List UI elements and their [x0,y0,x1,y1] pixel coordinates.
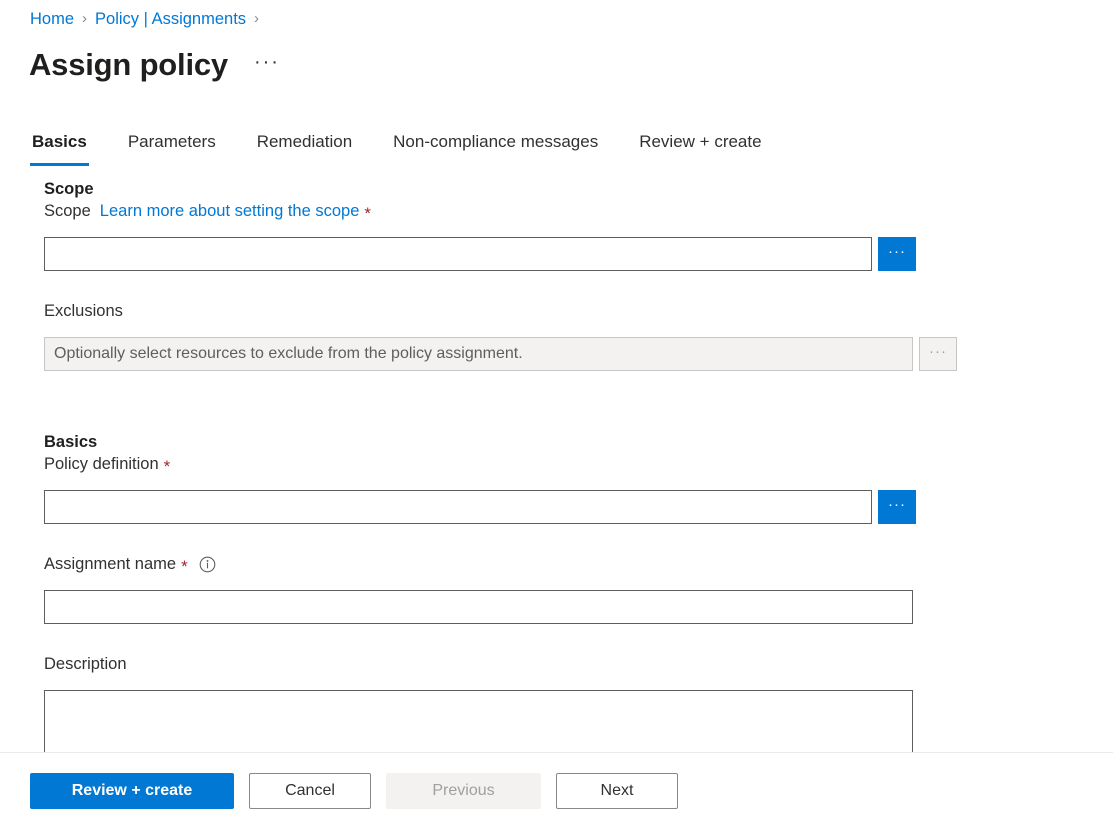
breadcrumb: Home › Policy | Assignments › [30,8,267,30]
ellipsis-horizontal-icon[interactable]: ··· [250,48,284,82]
basics-form: Scope Scope Learn more about setting the… [0,180,1113,752]
page-title: Assign policy [29,44,228,86]
assignment-name-field-label: Assignment name * [0,552,1113,576]
section-heading-basics: Basics [0,433,1113,452]
exclusions-label-text: Exclusions [44,299,123,323]
tab-review-create[interactable]: Review + create [637,126,763,166]
tab-remediation[interactable]: Remediation [255,126,354,166]
scope-label-text: Scope [44,199,91,223]
title-row: Assign policy ··· [29,44,284,86]
breadcrumb-item-home[interactable]: Home [30,8,74,30]
previous-button: Previous [386,773,541,809]
policy-definition-input-row: ··· [0,490,1113,524]
review-create-button[interactable]: Review + create [30,773,234,809]
wizard-tabs: Basics Parameters Remediation Non-compli… [30,126,764,166]
required-asterisk: * [164,458,171,475]
policy-definition-label-text: Policy definition [44,452,159,476]
breadcrumb-item-policy-assignments[interactable]: Policy | Assignments [95,8,246,30]
exclusions-input [44,337,913,371]
chevron-right-icon: › [82,8,87,30]
exclusions-input-row: ··· [0,337,1113,371]
description-label-text: Description [44,652,127,676]
assignment-name-input-row [0,590,1113,624]
next-button[interactable]: Next [556,773,678,809]
policy-definition-picker-button[interactable]: ··· [878,490,916,524]
info-circle-icon[interactable] [199,556,216,573]
scope-field-label: Scope Learn more about setting the scope… [0,199,1113,223]
assignment-name-input[interactable] [44,590,913,624]
tab-non-compliance-messages[interactable]: Non-compliance messages [391,126,600,166]
scope-input-row: ··· [0,237,1113,271]
required-asterisk: * [364,205,371,222]
exclusions-field-label: Exclusions [0,299,1113,323]
wizard-footer: Review + create Cancel Previous Next [0,752,1113,829]
tab-basics[interactable]: Basics [30,126,89,166]
scope-picker-button[interactable]: ··· [878,237,916,271]
policy-definition-input[interactable] [44,490,872,524]
chevron-right-icon-2: › [254,8,259,30]
learn-more-scope-link[interactable]: Learn more about setting the scope [100,199,360,223]
scope-input[interactable] [44,237,872,271]
exclusions-picker-button: ··· [919,337,957,371]
description-field-label: Description [0,652,1113,676]
tab-parameters[interactable]: Parameters [126,126,218,166]
section-heading-scope: Scope [0,180,1113,199]
assignment-name-label-text: Assignment name [44,552,176,576]
description-textarea[interactable] [44,690,913,752]
assign-policy-blade: Home › Policy | Assignments › Assign pol… [0,0,1113,829]
policy-definition-field-label: Policy definition * [0,452,1113,476]
cancel-button[interactable]: Cancel [249,773,371,809]
required-asterisk: * [181,558,188,575]
